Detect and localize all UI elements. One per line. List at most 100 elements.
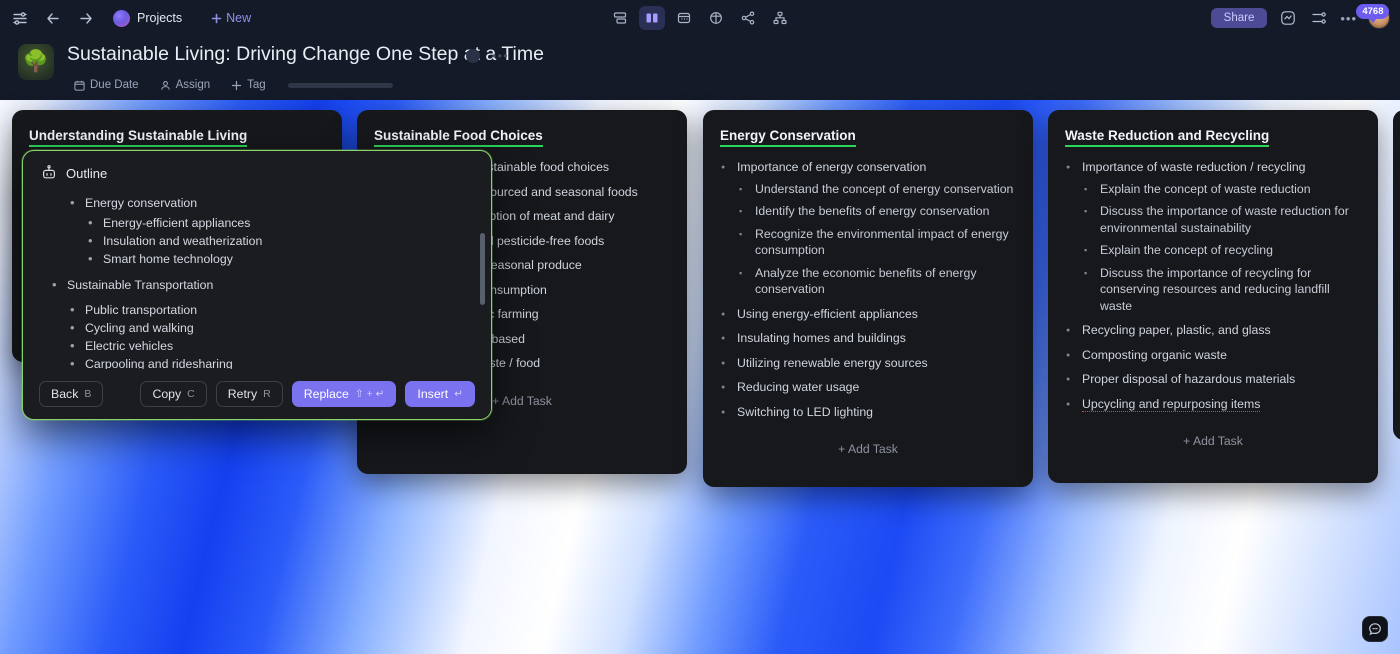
list-item[interactable]: Identify the benefits of energy conserva… bbox=[737, 203, 1016, 220]
subtask-text: Explain the concept of recycling bbox=[1100, 243, 1273, 257]
view-table-button[interactable] bbox=[703, 6, 729, 30]
board-column-energy-conservation[interactable]: Energy Conservation Importance of energy… bbox=[703, 110, 1033, 487]
task-text: Switching to LED lighting bbox=[737, 405, 873, 419]
outline-subitem: Public transportation bbox=[85, 303, 198, 317]
list-item[interactable]: Importance of energy conservation Unders… bbox=[720, 159, 1016, 298]
list-item[interactable]: Switching to LED lighting bbox=[720, 404, 1016, 421]
list-item[interactable]: Proper disposal of hazardous materials bbox=[1065, 371, 1361, 388]
due-date-button[interactable]: Due Date bbox=[67, 76, 146, 94]
outline-subitem: Smart home technology bbox=[103, 252, 233, 266]
list-item[interactable]: Explain the concept of recycling bbox=[1082, 242, 1361, 259]
add-task-button[interactable]: + Add Task bbox=[720, 436, 1016, 462]
list-item[interactable]: Recognize the environmental impact of en… bbox=[737, 226, 1016, 259]
list-item[interactable]: Analyze the economic benefits of energy … bbox=[737, 265, 1016, 298]
task-list: Importance of energy conservation Unders… bbox=[720, 159, 1016, 420]
view-calendar-button[interactable] bbox=[671, 6, 697, 30]
list-item[interactable]: Understand the concept of energy conserv… bbox=[737, 181, 1016, 198]
forward-arrow-icon[interactable] bbox=[76, 8, 96, 28]
outline-list: Sustainable Transportation bbox=[49, 276, 469, 294]
project-avatar bbox=[113, 9, 130, 27]
collaborator-avatar[interactable] bbox=[466, 49, 480, 63]
breadcrumb-projects[interactable]: Projects bbox=[113, 9, 182, 27]
insert-button[interactable]: Insert ↵ bbox=[405, 381, 475, 407]
replace-button[interactable]: Replace ⇧ + ↵ bbox=[291, 381, 397, 407]
column-title: Energy Conservation bbox=[720, 128, 856, 147]
list-item[interactable]: Insulating homes and buildings bbox=[720, 330, 1016, 347]
document-emoji[interactable]: 🌳 bbox=[18, 44, 54, 80]
back-shortcut: B bbox=[84, 388, 92, 400]
ai-outline-popup: Outline Energy conservation Energy-effic… bbox=[22, 150, 492, 420]
due-date-label: Due Date bbox=[90, 79, 139, 91]
add-task-label: Add Task bbox=[847, 442, 898, 456]
outline-heading: Energy conservation bbox=[85, 196, 198, 210]
subtask-text: Understand the concept of energy conserv… bbox=[755, 181, 1014, 196]
board-column-waste-reduction-and-recycling[interactable]: Waste Reduction and Recycling Importance… bbox=[1048, 110, 1378, 483]
copy-button[interactable]: Copy C bbox=[140, 381, 207, 407]
outline-sublist: Energy-efficient appliances Insulation a… bbox=[85, 214, 469, 268]
outline-subitem: Cycling and walking bbox=[85, 321, 194, 335]
popup-outline-content[interactable]: Energy conservation Energy-efficient app… bbox=[23, 187, 491, 369]
view-board-button[interactable] bbox=[639, 6, 665, 30]
back-arrow-icon[interactable] bbox=[43, 8, 63, 28]
back-label: Back bbox=[51, 387, 79, 401]
title-more-dots[interactable]: ••• bbox=[492, 49, 509, 63]
list-item[interactable]: Electric vehicles bbox=[67, 337, 469, 355]
list-item[interactable]: Insulation and weatherization bbox=[85, 232, 469, 250]
retry-button[interactable]: Retry R bbox=[215, 381, 283, 407]
list-item[interactable]: Energy-efficient appliances bbox=[85, 214, 469, 232]
menu-icon[interactable] bbox=[10, 8, 30, 28]
board-view-icon bbox=[646, 13, 658, 23]
subtask-text: Discuss the importance of recycling for … bbox=[1100, 265, 1330, 313]
list-item[interactable]: Explain the concept of waste reduction bbox=[1082, 181, 1361, 198]
settings-sliders-icon[interactable] bbox=[1309, 8, 1329, 28]
view-org-chart-button[interactable] bbox=[767, 6, 793, 30]
insert-label: Insert bbox=[417, 387, 449, 401]
share-nodes-icon bbox=[741, 11, 755, 25]
title-collaborators: ••• bbox=[466, 49, 509, 63]
insert-shortcut: ↵ bbox=[454, 388, 463, 400]
list-item[interactable]: Smart home technology bbox=[85, 250, 469, 268]
outline-item[interactable]: Sustainable Transportation bbox=[49, 276, 469, 294]
subtask-text: Analyze the economic benefits of energy … bbox=[755, 265, 977, 297]
new-button[interactable]: New bbox=[211, 11, 251, 25]
assign-button[interactable]: Assign bbox=[153, 76, 218, 94]
list-item[interactable]: Discuss the importance of recycling for … bbox=[1082, 265, 1361, 315]
subtask-list: Understand the concept of energy conserv… bbox=[737, 181, 1016, 298]
outline-subitem: Electric vehicles bbox=[85, 339, 174, 353]
notifications-menu[interactable]: ••• 4768 bbox=[1340, 3, 1390, 26]
add-task-button[interactable]: + Add Task bbox=[1065, 428, 1361, 454]
more-options-dots[interactable]: ••• bbox=[1340, 11, 1357, 26]
list-item[interactable]: Carpooling and ridesharing bbox=[67, 355, 469, 369]
top-navigation-bar: Projects New Share ••• 4768 bbox=[0, 0, 1400, 36]
list-item[interactable]: Discuss the importance of waste reductio… bbox=[1082, 203, 1361, 236]
view-list-button[interactable] bbox=[607, 6, 633, 30]
popup-scrollbar-thumb[interactable] bbox=[480, 233, 485, 305]
share-button[interactable]: Share bbox=[1210, 8, 1268, 28]
column-title: Sustainable Food Choices bbox=[374, 128, 543, 147]
plus-icon bbox=[231, 80, 242, 90]
calendar-icon bbox=[74, 80, 85, 91]
list-item[interactable]: Reducing water usage bbox=[720, 379, 1016, 396]
list-item[interactable]: Upcycling and repurposing items bbox=[1065, 396, 1361, 413]
list-item[interactable]: Cycling and walking bbox=[67, 319, 469, 337]
add-task-label: Add Task bbox=[1192, 434, 1243, 448]
list-item[interactable]: Using energy-efficient appliances bbox=[720, 306, 1016, 323]
list-item[interactable]: Composting organic waste bbox=[1065, 347, 1361, 364]
chat-bubble-icon bbox=[1369, 623, 1381, 636]
back-button[interactable]: Back B bbox=[39, 381, 104, 407]
chat-bubble-button[interactable] bbox=[1362, 616, 1388, 642]
outline-subitem: Energy-efficient appliances bbox=[103, 216, 251, 230]
list-item[interactable]: Utilizing renewable energy sources bbox=[720, 355, 1016, 372]
view-share-graph-button[interactable] bbox=[735, 6, 761, 30]
list-item[interactable]: Recycling paper, plastic, and glass bbox=[1065, 322, 1361, 339]
tag-button[interactable]: Tag bbox=[224, 76, 273, 94]
activity-icon[interactable] bbox=[1278, 8, 1298, 28]
outline-list: Energy conservation bbox=[49, 194, 469, 212]
retry-label: Retry bbox=[227, 387, 258, 401]
person-icon bbox=[160, 80, 170, 90]
list-item[interactable]: Importance of waste reduction / recyclin… bbox=[1065, 159, 1361, 314]
list-item[interactable]: Public transportation bbox=[67, 301, 469, 319]
task-text: Proper disposal of hazardous materials bbox=[1082, 372, 1295, 386]
board-column-next-partial[interactable] bbox=[1393, 110, 1400, 440]
outline-item[interactable]: Energy conservation bbox=[67, 194, 469, 212]
